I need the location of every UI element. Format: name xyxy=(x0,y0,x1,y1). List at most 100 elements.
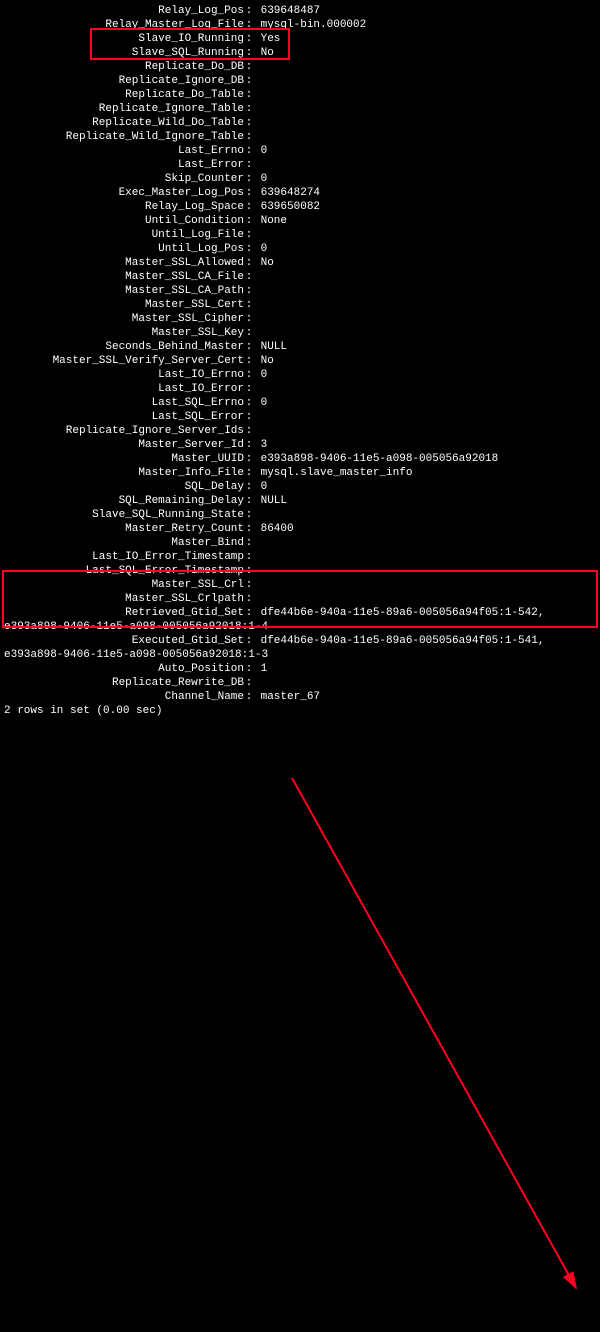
status-key: Replicate_Wild_Do_Table xyxy=(4,116,244,130)
colon: : xyxy=(244,550,254,564)
status-key: Relay_Log_Pos xyxy=(4,4,244,18)
status-row: Replicate_Wild_Ignore_Table: xyxy=(4,130,596,144)
status-key: Replicate_Ignore_Table xyxy=(4,102,244,116)
status-key: Replicate_Ignore_DB xyxy=(4,74,244,88)
status-row: Last_SQL_Errno: 0 xyxy=(4,396,596,410)
status-key: Relay_Log_Space xyxy=(4,200,244,214)
status-row: Last_Errno: 0 xyxy=(4,144,596,158)
status-key: Master_Info_File xyxy=(4,466,244,480)
status-value xyxy=(254,60,596,74)
status-key: Master_SSL_CA_File xyxy=(4,270,244,284)
status-value xyxy=(254,116,596,130)
colon: : xyxy=(244,256,254,270)
status-row: Last_SQL_Error_Timestamp: xyxy=(4,564,596,578)
colon: : xyxy=(244,368,254,382)
status-value: 86400 xyxy=(254,522,596,536)
status-value: 0 xyxy=(254,396,596,410)
colon: : xyxy=(244,662,254,676)
status-key: Master_SSL_Verify_Server_Cert xyxy=(4,354,244,368)
status-key: Last_SQL_Error xyxy=(4,410,244,424)
status-value xyxy=(254,550,596,564)
colon: : xyxy=(244,312,254,326)
status-value xyxy=(254,676,596,690)
status-key: Replicate_Ignore_Server_Ids xyxy=(4,424,244,438)
result-footer: 2 rows in set (0.00 sec) xyxy=(4,704,596,718)
status-key: Master_SSL_CA_Path xyxy=(4,284,244,298)
colon: : xyxy=(244,116,254,130)
status-value: 0 xyxy=(254,480,596,494)
colon: : xyxy=(244,144,254,158)
status-value xyxy=(254,564,596,578)
colon: : xyxy=(244,494,254,508)
status-value: 3 xyxy=(254,438,596,452)
status-value: No xyxy=(254,256,596,270)
colon: : xyxy=(244,676,254,690)
status-row: Skip_Counter: 0 xyxy=(4,172,596,186)
status-row: Executed_Gtid_Set: dfe44b6e-940a-11e5-89… xyxy=(4,634,596,648)
colon: : xyxy=(244,214,254,228)
status-row: Master_SSL_Crlpath: xyxy=(4,592,596,606)
status-row: Replicate_Ignore_Server_Ids: xyxy=(4,424,596,438)
status-key: SQL_Delay xyxy=(4,480,244,494)
status-value xyxy=(254,270,596,284)
status-key: Slave_SQL_Running xyxy=(4,46,244,60)
status-row: Master_SSL_CA_Path: xyxy=(4,284,596,298)
status-value: 0 xyxy=(254,144,596,158)
colon: : xyxy=(244,536,254,550)
status-value: Yes xyxy=(254,32,596,46)
colon: : xyxy=(244,480,254,494)
colon: : xyxy=(244,578,254,592)
colon: : xyxy=(244,88,254,102)
status-value: No xyxy=(254,354,596,368)
status-value xyxy=(254,312,596,326)
status-row: Slave_SQL_Running: No xyxy=(4,46,596,60)
status-key: Seconds_Behind_Master xyxy=(4,340,244,354)
terminal-output: Relay_Log_Pos: 639648487Relay_Master_Log… xyxy=(4,4,596,718)
status-key: Last_IO_Error_Timestamp xyxy=(4,550,244,564)
status-value xyxy=(254,228,596,242)
status-key: Replicate_Rewrite_DB xyxy=(4,676,244,690)
colon: : xyxy=(244,690,254,704)
status-key: Skip_Counter xyxy=(4,172,244,186)
status-key: Retrieved_Gtid_Set xyxy=(4,606,244,620)
status-value xyxy=(254,130,596,144)
colon: : xyxy=(244,158,254,172)
colon: : xyxy=(244,634,254,648)
status-row: Retrieved_Gtid_Set: dfe44b6e-940a-11e5-8… xyxy=(4,606,596,620)
status-row: Replicate_Ignore_DB: xyxy=(4,74,596,88)
colon: : xyxy=(244,522,254,536)
colon: : xyxy=(244,298,254,312)
status-row: Master_Info_File: mysql.slave_master_inf… xyxy=(4,466,596,480)
colon: : xyxy=(244,242,254,256)
status-value xyxy=(254,382,596,396)
status-key: Master_Retry_Count xyxy=(4,522,244,536)
status-value: dfe44b6e-940a-11e5-89a6-005056a94f05:1-5… xyxy=(254,606,596,620)
colon: : xyxy=(244,4,254,18)
status-key: Master_SSL_Crlpath xyxy=(4,592,244,606)
colon: : xyxy=(244,382,254,396)
status-key: Master_Bind xyxy=(4,536,244,550)
status-value xyxy=(254,424,596,438)
status-key: Relay_Master_Log_File xyxy=(4,18,244,32)
colon: : xyxy=(244,74,254,88)
status-value xyxy=(254,410,596,424)
status-key: Exec_Master_Log_Pos xyxy=(4,186,244,200)
status-row: Master_SSL_CA_File: xyxy=(4,270,596,284)
status-row: Last_IO_Error_Timestamp: xyxy=(4,550,596,564)
status-value: 0 xyxy=(254,242,596,256)
colon: : xyxy=(244,18,254,32)
status-value: 639648487 xyxy=(254,4,596,18)
status-value: 0 xyxy=(254,172,596,186)
status-row: Until_Log_Pos: 0 xyxy=(4,242,596,256)
status-row: Master_SSL_Cipher: xyxy=(4,312,596,326)
status-row: Relay_Log_Pos: 639648487 xyxy=(4,4,596,18)
status-row: Slave_IO_Running: Yes xyxy=(4,32,596,46)
annotation-arrow xyxy=(4,718,600,1332)
colon: : xyxy=(244,452,254,466)
colon: : xyxy=(244,396,254,410)
status-row: Relay_Master_Log_File: mysql-bin.000002 xyxy=(4,18,596,32)
status-row: Master_SSL_Verify_Server_Cert: No xyxy=(4,354,596,368)
status-row: Exec_Master_Log_Pos: 639648274 xyxy=(4,186,596,200)
status-row: Replicate_Do_DB: xyxy=(4,60,596,74)
status-value xyxy=(254,326,596,340)
